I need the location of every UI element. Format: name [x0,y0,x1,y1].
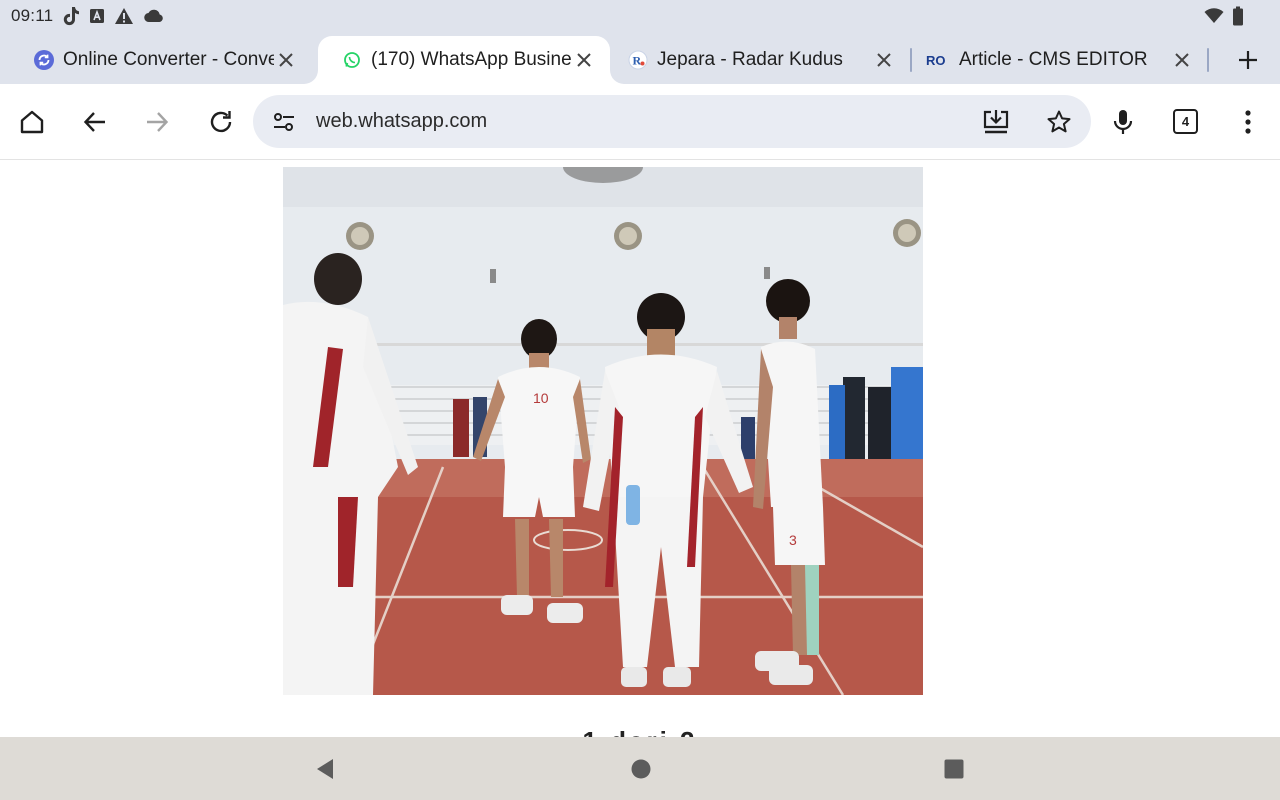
microphone-icon [1113,110,1133,134]
battery-icon [1232,6,1244,26]
tab-cms-editor[interactable]: RO Article - CMS EDITOR [902,36,1208,84]
tab-switcher-button[interactable]: 4 [1173,109,1198,134]
close-tab-icon[interactable] [872,48,896,72]
close-tab-icon[interactable] [274,48,298,72]
browser-top-chrome: 09:11 Online Converter - Convert (170) W… [0,0,1280,84]
bookmark-star-icon[interactable] [1045,108,1073,136]
tab-online-converter[interactable]: Online Converter - Convert [10,36,312,84]
more-vert-icon [1245,110,1251,134]
tab-whatsapp-business[interactable]: (170) WhatsApp Business [318,36,610,84]
svg-text:RO: RO [926,53,946,68]
close-tab-icon[interactable] [572,48,596,72]
cloud-icon [143,8,165,24]
warning-icon [114,7,134,25]
tab-strip: Online Converter - Convert (170) WhatsAp… [0,36,1280,84]
home-icon [20,110,44,134]
close-tab-icon[interactable] [1170,48,1194,72]
voice-search-button[interactable] [1107,106,1139,138]
volleyball-team-photo: 10 3 [283,167,923,695]
nav-home-button[interactable] [627,755,655,783]
status-time: 09:11 [11,6,54,25]
tab-title: Online Converter - Convert [63,49,274,70]
back-button[interactable] [79,106,111,138]
circle-home-icon [631,759,651,779]
arrow-left-icon [83,112,105,132]
forward-button[interactable] [141,106,173,138]
media-photo[interactable]: 10 3 [283,167,923,695]
site-settings-icon[interactable] [271,109,297,135]
browser-toolbar: web.whatsapp.com 4 [0,84,1280,160]
status-bar: 09:11 [0,0,1280,32]
cms-icon: RO [926,50,950,70]
square-recents-icon [944,759,964,779]
svg-text:3: 3 [789,532,797,548]
page-content: 10 3 1 dari 2 [0,160,1280,737]
arrow-right-icon [147,112,169,132]
reload-button[interactable] [205,106,237,138]
radar-kudus-icon: R [628,50,648,70]
nav-recents-button[interactable] [940,755,968,783]
system-navigation-bar [0,737,1280,800]
status-system-icons [1204,5,1244,27]
status-notification-icons [62,4,165,28]
tiktok-icon [62,6,80,26]
new-tab-button[interactable] [1232,46,1264,74]
address-bar[interactable]: web.whatsapp.com [253,95,1091,148]
tab-title: Jepara - Radar Kudus [657,49,843,70]
svg-text:10: 10 [533,390,549,406]
install-app-icon[interactable] [981,108,1011,136]
nav-back-button[interactable] [311,755,339,783]
media-page-indicator: 1 dari 2 [0,726,1280,737]
tab-title: Article - CMS EDITOR [959,49,1148,70]
wifi-icon [1204,8,1224,24]
reload-icon [210,111,232,133]
svg-text:R: R [633,54,642,68]
url-text[interactable]: web.whatsapp.com [316,110,487,133]
triangle-back-icon [317,759,333,779]
converter-icon [34,50,54,70]
tab-title: (170) WhatsApp Business [371,49,572,70]
tab-radar-kudus[interactable]: R Jepara - Radar Kudus [604,36,910,84]
whatsapp-icon [342,50,362,70]
menu-button[interactable] [1232,106,1264,138]
text-a-icon [89,8,105,24]
tab-separator [1207,48,1209,72]
home-button[interactable] [16,106,48,138]
